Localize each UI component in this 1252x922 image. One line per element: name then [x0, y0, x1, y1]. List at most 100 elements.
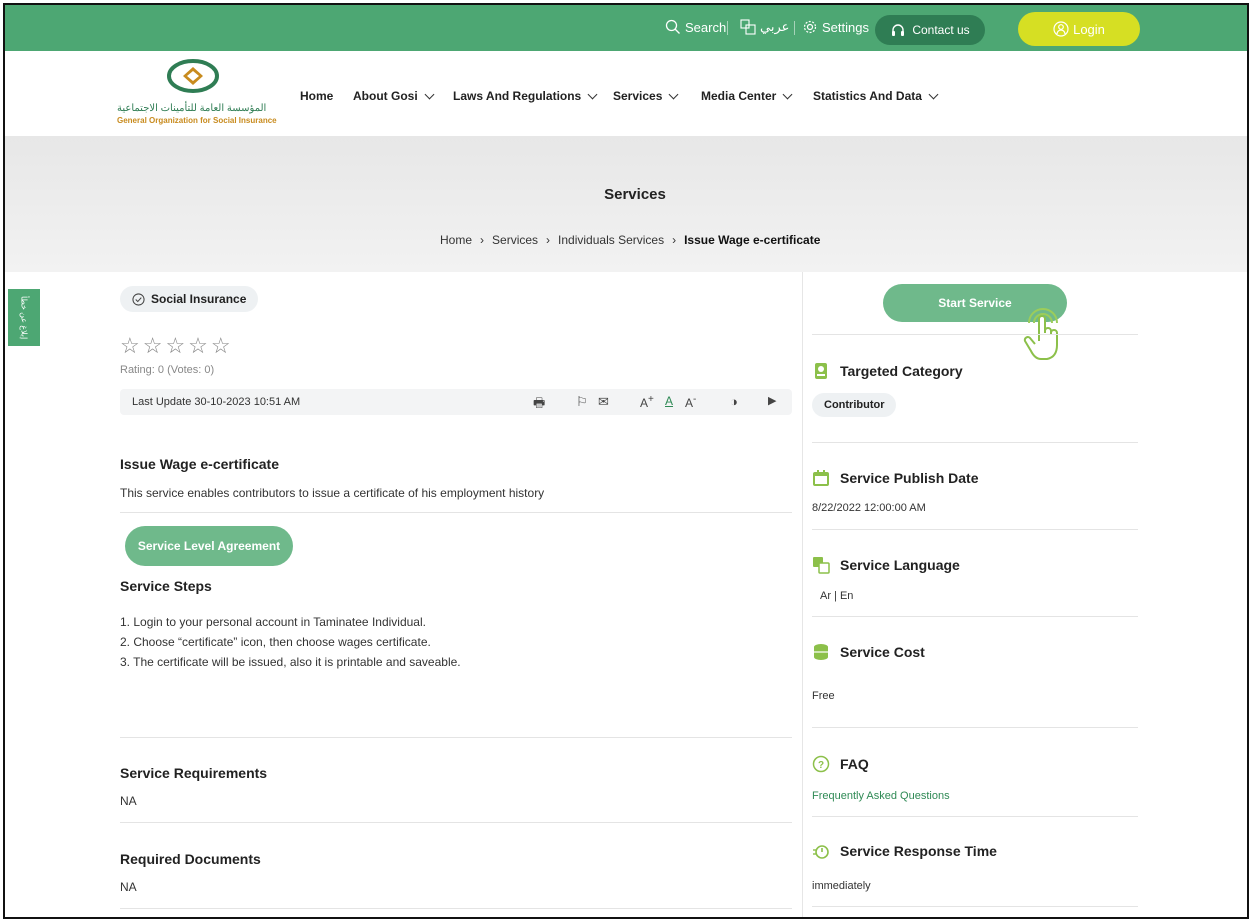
font-decrease-icon[interactable]: A-	[685, 394, 696, 410]
page-title: Services	[604, 186, 666, 203]
question-circle-icon: ?	[812, 755, 830, 773]
nav-label: Home	[300, 89, 334, 103]
language-switch[interactable]: عربي	[740, 19, 789, 35]
chevron-right-icon: ›	[672, 233, 677, 247]
divider	[120, 908, 792, 909]
service-language-title: Service Language	[840, 557, 960, 573]
pointer-hand-icon	[1023, 308, 1058, 360]
column-divider	[802, 272, 803, 917]
nav-statistics-and-data[interactable]: Statistics And Data	[813, 89, 939, 103]
coins-icon	[814, 644, 828, 660]
nav-label: Services	[613, 89, 663, 103]
category-tag-label: Social Insurance	[151, 292, 247, 306]
response-time-heading: Service Response Time	[812, 842, 997, 860]
divider	[727, 21, 728, 35]
list-item: 2. Choose “certificate” icon, then choos…	[120, 635, 431, 649]
faq-link[interactable]: Frequently Asked Questions	[812, 790, 950, 802]
divider	[812, 529, 1138, 530]
top-utility-bar: Search عربي Settings Contact us Login	[5, 5, 1247, 51]
font-increase-icon[interactable]: A+	[640, 394, 654, 410]
chevron-right-icon: ›	[546, 233, 551, 247]
settings-link[interactable]: Settings	[802, 19, 869, 35]
rating-text: Rating: 0 (Votes: 0)	[120, 364, 215, 376]
translate-icon	[813, 557, 830, 574]
chevron-down-icon	[424, 89, 435, 99]
service-title: Issue Wage e-certificate	[120, 456, 279, 472]
gosi-logo[interactable]: المؤسسة العامة للتأمينات الاجتماعية Gene…	[117, 59, 287, 131]
print-icon[interactable]: 🖶	[533, 394, 545, 416]
stopwatch-icon	[813, 845, 829, 859]
publish-date-heading: Service Publish Date	[812, 469, 979, 487]
response-time-value: immediately	[812, 880, 871, 892]
nav-label: About Gosi	[353, 89, 418, 103]
chevron-down-icon	[668, 89, 679, 99]
nav-media-center[interactable]: Media Center	[701, 89, 793, 103]
login-button[interactable]: Login	[1018, 12, 1140, 46]
breadcrumb-home[interactable]: Home	[440, 233, 472, 247]
divider	[812, 334, 1138, 335]
rating-stars[interactable]: ☆☆☆☆☆	[120, 333, 234, 359]
service-language-heading: Service Language	[812, 556, 960, 574]
settings-label: Settings	[822, 19, 869, 35]
service-language-value[interactable]: Ar | En	[820, 590, 853, 602]
nav-label: Media Center	[701, 89, 777, 103]
divider	[794, 21, 795, 35]
nav-about-gosi[interactable]: About Gosi	[353, 89, 435, 103]
breadcrumb-individuals-services[interactable]: Individuals Services	[558, 233, 664, 247]
nav-label: Statistics And Data	[813, 89, 922, 103]
publish-date-title: Service Publish Date	[840, 470, 979, 486]
service-requirements-title: Service Requirements	[120, 765, 268, 781]
main-navigation: المؤسسة العامة للتأمينات الاجتماعية Gene…	[5, 51, 1247, 136]
language-label: عربي	[760, 19, 790, 34]
play-audio-icon[interactable]: ▶	[768, 394, 776, 407]
font-reset-icon[interactable]: A	[665, 394, 673, 408]
nav-services[interactable]: Services	[613, 89, 679, 103]
category-tag: Social Insurance	[120, 286, 259, 312]
divider	[120, 512, 792, 513]
divider	[812, 816, 1138, 817]
feedback-icon[interactable]: ⚐	[576, 394, 588, 410]
logo-arabic-text: المؤسسة العامة للتأمينات الاجتماعية	[117, 103, 267, 114]
login-label: Login	[1073, 21, 1105, 37]
contrast-icon[interactable]: ◑	[730, 394, 738, 409]
report-error-tab[interactable]: إبلاغ عن خطأ	[8, 289, 40, 346]
service-description: This service enables contributors to iss…	[120, 486, 545, 500]
logo-english-text: General Organization for Social Insuranc…	[117, 116, 277, 125]
logo-emblem-icon	[167, 59, 219, 93]
check-circle-icon	[132, 292, 145, 306]
nav-label: Laws And Regulations	[453, 89, 582, 103]
chevron-down-icon	[782, 89, 793, 99]
service-level-agreement-button[interactable]: Service Level Agreement	[125, 526, 293, 566]
response-time-title: Service Response Time	[840, 843, 997, 859]
headset-icon	[892, 24, 905, 36]
browser-viewport: Search عربي Settings Contact us Login ال…	[3, 3, 1249, 919]
gear-icon	[803, 20, 817, 34]
search-link[interactable]: Search	[665, 19, 726, 35]
divider	[120, 737, 792, 738]
search-icon	[665, 19, 680, 34]
required-documents-value: NA	[120, 880, 137, 894]
service-steps-list: 1. Login to your personal account in Tam…	[120, 612, 461, 672]
user-icon	[1053, 21, 1069, 37]
targeted-category-heading: Targeted Category	[812, 362, 963, 380]
contact-us-button[interactable]: Contact us	[875, 15, 985, 45]
nav-home[interactable]: Home	[300, 89, 333, 103]
targeted-category-title: Targeted Category	[840, 363, 963, 379]
publish-date-value: 8/22/2022 12:00:00 AM	[812, 502, 926, 514]
divider	[812, 906, 1138, 907]
breadcrumb-current: Issue Wage e-certificate	[684, 233, 821, 247]
page-header-banner: Services Home › Services › Individuals S…	[5, 136, 1247, 272]
divider	[812, 616, 1138, 617]
svg-text:?: ?	[818, 760, 824, 771]
service-cost-heading: Service Cost	[812, 643, 925, 661]
breadcrumb-services[interactable]: Services	[492, 233, 538, 247]
service-steps-title: Service Steps	[120, 578, 212, 594]
person-badge-icon	[815, 363, 827, 379]
faq-title: FAQ	[840, 756, 869, 772]
search-label: Search	[685, 19, 727, 35]
page-tools-bar: Last Update 30-10-2023 10:51 AM 🖶 ⚐ ✉ A+…	[120, 389, 792, 415]
share-mail-icon[interactable]: ✉	[598, 394, 609, 410]
chevron-right-icon: ›	[480, 233, 485, 247]
nav-laws-and-regulations[interactable]: Laws And Regulations	[453, 89, 598, 103]
divider	[812, 727, 1138, 728]
